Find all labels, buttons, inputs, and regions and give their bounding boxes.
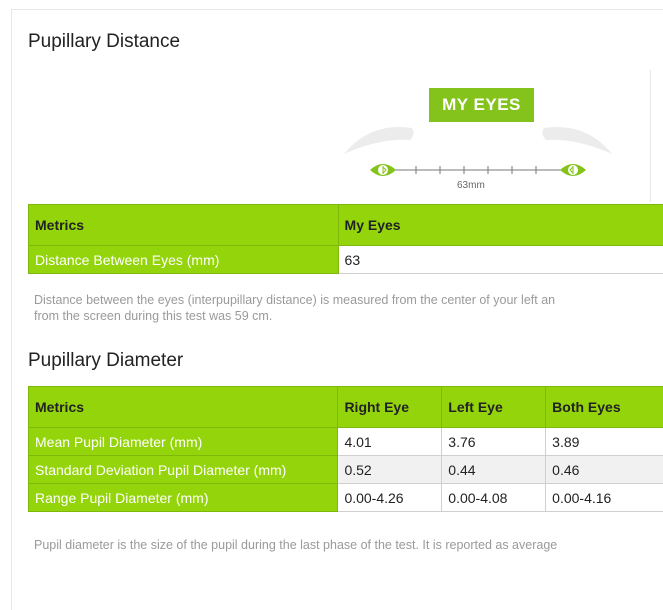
pupillary-distance-table: Metrics My Eyes Distance Between Eyes (m…	[28, 204, 663, 274]
column-header: Metrics	[29, 205, 339, 246]
table-row: Mean Pupil Diameter (mm) 4.01 3.76 3.89	[29, 428, 663, 456]
my-eyes-badge: MY EYES	[429, 88, 534, 122]
pupillary-diameter-note: Pupil diameter is the size of the pupil …	[34, 537, 557, 553]
metric-label: Distance Between Eyes (mm)	[29, 246, 339, 274]
metric-value: 3.76	[442, 428, 546, 456]
pupillary-diameter-table: Metrics Right Eye Left Eye Both Eyes Mea…	[28, 386, 663, 512]
metric-value: 0.44	[442, 456, 546, 484]
column-header: Left Eye	[442, 387, 546, 428]
metric-value: 0.00-4.08	[442, 484, 546, 512]
metric-label: Mean Pupil Diameter (mm)	[29, 428, 338, 456]
table-row: Standard Deviation Pupil Diameter (mm) 0…	[29, 456, 663, 484]
metric-value: 4.01	[338, 428, 442, 456]
metric-value: 0.46	[546, 456, 663, 484]
divider	[650, 70, 651, 202]
pupillary-distance-title: Pupillary Distance	[28, 31, 180, 53]
column-header: My Eyes	[338, 205, 663, 246]
column-header: Metrics	[29, 387, 338, 428]
right-eye-icon	[560, 164, 586, 176]
metric-value: 63	[338, 246, 663, 274]
table-row: Distance Between Eyes (mm) 63	[29, 246, 663, 274]
distance-measure-label: 63mm	[457, 180, 485, 191]
left-eye-icon	[370, 164, 396, 176]
right-eyebrow-icon	[542, 127, 612, 154]
metric-value: 0.00-4.26	[338, 484, 442, 512]
column-header: Right Eye	[338, 387, 442, 428]
metric-value: 0.00-4.16	[546, 484, 663, 512]
left-eyebrow-icon	[344, 127, 414, 154]
column-header: Both Eyes	[546, 387, 663, 428]
metric-label: Range Pupil Diameter (mm)	[29, 484, 338, 512]
metric-value: 3.89	[546, 428, 663, 456]
pupillary-diameter-title: Pupillary Diameter	[28, 350, 183, 372]
eyes-illustration: MY EYES 63mm	[330, 84, 630, 202]
table-header-row: Metrics My Eyes	[29, 205, 663, 246]
metric-value: 0.52	[338, 456, 442, 484]
table-row: Range Pupil Diameter (mm) 0.00-4.26 0.00…	[29, 484, 663, 512]
pupillary-distance-note: Distance between the eyes (interpupillar…	[34, 292, 555, 324]
metric-label: Standard Deviation Pupil Diameter (mm)	[29, 456, 338, 484]
note-line: from the screen during this test was 59 …	[34, 308, 555, 324]
note-line: Distance between the eyes (interpupillar…	[34, 292, 555, 308]
table-header-row: Metrics Right Eye Left Eye Both Eyes	[29, 387, 663, 428]
